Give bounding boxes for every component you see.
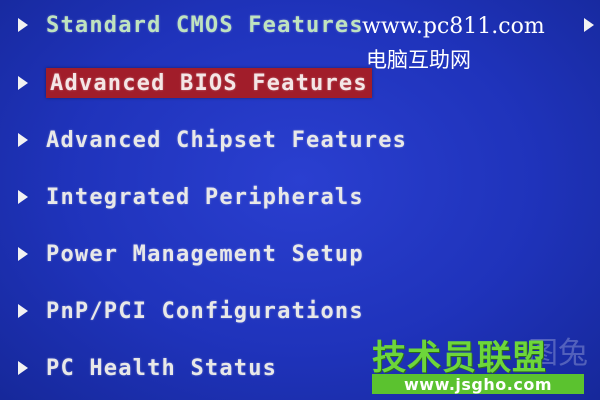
menu-item-label: Advanced Chipset Features <box>46 127 408 153</box>
menu-item-label: PC Health Status <box>46 355 278 381</box>
menu-item-label: Power Management Setup <box>46 241 364 267</box>
watermark-brand: 技术员联盟 <box>372 338 547 378</box>
menu-item-label: Integrated Peripherals <box>46 184 364 210</box>
triangle-right-icon <box>18 18 28 32</box>
triangle-right-icon <box>18 304 28 318</box>
watermark-brand-url: www.jsgho.com <box>404 374 552 394</box>
triangle-right-icon <box>18 133 28 147</box>
menu-item-standard-cmos-features[interactable]: Standard CMOS Features <box>18 8 364 42</box>
menu-item-pc-health-status[interactable]: PC Health Status <box>18 351 277 385</box>
menu-item-advanced-chipset-features[interactable]: Advanced Chipset Features <box>18 123 407 157</box>
watermark-url: www.pc811.com <box>362 14 545 39</box>
menu-item-power-management-setup[interactable]: Power Management Setup <box>18 237 364 271</box>
bios-screen: Standard CMOS Features Advanced BIOS Fea… <box>0 0 600 400</box>
menu-item-integrated-peripherals[interactable]: Integrated Peripherals <box>18 180 364 214</box>
menu-item-label: Standard CMOS Features <box>46 12 364 38</box>
watermark-url-bar: www.jsgho.com <box>372 374 584 394</box>
menu-item-label: Advanced BIOS Features <box>50 70 368 96</box>
watermark-site-name: 电脑互助网 <box>366 48 471 72</box>
triangle-right-icon <box>584 18 594 32</box>
triangle-right-icon <box>18 247 28 261</box>
menu-item-advanced-bios-features[interactable]: Advanced BIOS Features <box>18 66 372 100</box>
triangle-right-icon <box>18 76 28 90</box>
menu-item-pnp-pci-configurations[interactable]: PnP/PCI Configurations <box>18 294 364 328</box>
triangle-right-icon <box>18 361 28 375</box>
menu-item-label: PnP/PCI Configurations <box>46 298 364 324</box>
triangle-right-icon <box>18 190 28 204</box>
selection-highlight[interactable]: Advanced BIOS Features <box>46 68 372 98</box>
